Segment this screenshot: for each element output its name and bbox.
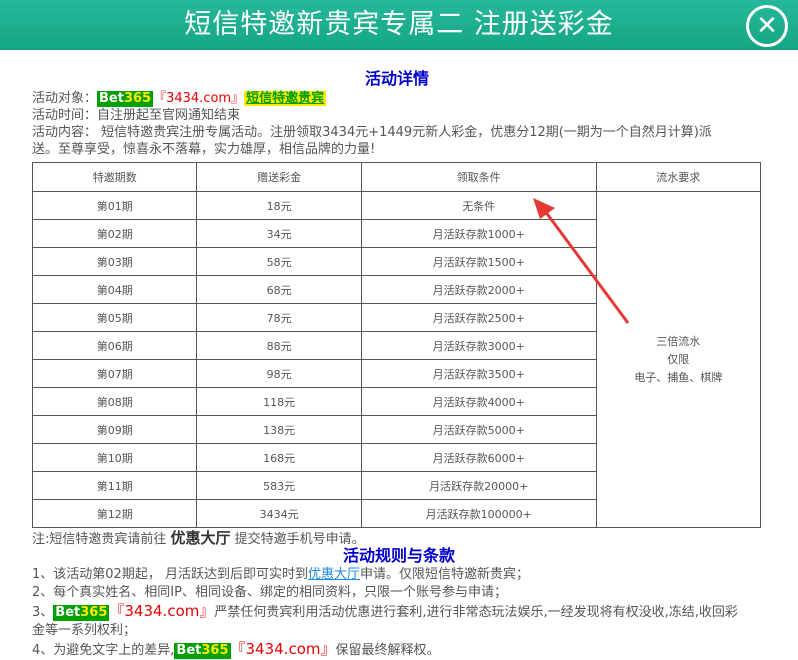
period-cell: 第09期 (31, 415, 198, 444)
period-cell: 第04期 (31, 275, 198, 304)
details-heading: 活动详情 (364, 69, 429, 88)
brand-logo: Bet365 (97, 91, 154, 107)
table-row: 第01期 18元 无条件三倍流水仅限电子、捕鱼、棋牌 (31, 191, 762, 528)
bonus-cell: 583元 (196, 471, 362, 500)
brand-logo: Bet365 (174, 643, 231, 659)
bonus-cell: 78元 (196, 303, 362, 332)
target-line: 活动对象： Bet365 『3434.com』 短信特邀贵宾 (32, 90, 762, 107)
period-cell: 第03期 (31, 247, 198, 276)
rule-3: 3、 Bet365 『3434.com』严禁任何贵宾利用活动优惠进行套利,进行非常态… (32, 602, 738, 621)
table-header-row: 特邀期数 赠送彩金 领取条件 流水要求 (31, 162, 762, 192)
rule-3-cont: 金等一系列权利； (32, 623, 137, 638)
rule-4: 4、为避免文字上的差异, Bet365 『3434.com』保留最终解释权。 (32, 640, 440, 659)
condition-cell: 月活跃存款5000+ (360, 415, 597, 444)
content-line-1: 活动内容： 短信特邀贵宾注册专属活动。注册领取3434元+1449元新人彩金，优… (32, 125, 712, 140)
condition-cell: 月活跃存款20000+ (360, 471, 597, 500)
vip-tag: 短信特邀贵宾 (244, 91, 327, 106)
bonus-cell: 58元 (196, 247, 362, 276)
site-text: 『3434.com』 (230, 640, 336, 658)
bonus-cell: 34元 (196, 219, 362, 248)
brand-logo: Bet365 (53, 605, 110, 621)
condition-cell: 月活跃存款2000+ (360, 275, 597, 304)
header-condition: 领取条件 (360, 162, 597, 192)
rules-list: 1、该活动第02期起， 月活跃达到后即可实时到优惠大厅申请。仅限短信特邀新贵宾；… (32, 566, 767, 660)
condition-cell: 月活跃存款2500+ (360, 303, 597, 332)
period-cell: 第01期 (31, 191, 198, 220)
time-line: 活动时间：自注册起至官网通知结束 (32, 108, 241, 123)
bonus-cell: 118元 (196, 387, 362, 416)
period-cell: 第12期 (31, 499, 198, 528)
activity-details: 活动详情 活动对象： Bet365 『3434.com』 短信特邀贵宾 活动时间：自注… (32, 68, 762, 158)
header-turnover: 流水要求 (595, 162, 762, 192)
site-text: 『3434.com』 (153, 91, 245, 106)
condition-cell: 月活跃存款4000+ (360, 387, 597, 416)
requirement-line: 电子、捕鱼、棋牌 (634, 370, 723, 384)
condition-cell: 月活跃存款3500+ (360, 359, 597, 388)
requirement-line: 仅限 (667, 352, 690, 366)
requirement-line: 三倍流水 (656, 334, 701, 348)
period-cell: 第08期 (31, 387, 198, 416)
period-cell: 第06期 (31, 331, 198, 360)
bonus-table: 特邀期数 赠送彩金 领取条件 流水要求 第01期 18元 无条件三倍流水仅限电子、捕… (31, 162, 762, 528)
bonus-cell: 18元 (196, 191, 362, 220)
content-line-2: 送。至尊享受，惊喜永不落幕，实力雄厚，相信品牌的力量! (32, 142, 376, 157)
bonus-cell: 88元 (196, 331, 362, 360)
site-text: 『3434.com』 (109, 602, 215, 620)
turnover-requirement-cell: 三倍流水仅限电子、捕鱼、棋牌 (595, 191, 762, 528)
period-cell: 第05期 (31, 303, 198, 332)
period-cell: 第11期 (31, 471, 198, 500)
bonus-cell: 3434元 (196, 499, 362, 528)
dialog-title: 短信特邀新贵宾专属二 注册送彩金 (184, 9, 614, 40)
period-cell: 第02期 (31, 219, 198, 248)
condition-cell: 月活跃存款100000+ (360, 499, 597, 528)
header-period: 特邀期数 (31, 162, 198, 192)
rules-heading: 活动规则与条款 (342, 546, 455, 565)
rule-2: 2、每个真实姓名、相同IP、相同设备、绑定的相同资料，只限一个账号参与申请； (32, 585, 507, 600)
header-bonus: 赠送彩金 (196, 162, 362, 192)
condition-cell: 无条件 (360, 191, 597, 220)
condition-cell: 月活跃存款3000+ (360, 331, 597, 360)
close-icon[interactable]: ✕ (746, 5, 788, 47)
bonus-cell: 138元 (196, 415, 362, 444)
promo-hall-link[interactable]: 优惠大厅 (308, 567, 360, 582)
target-label: 活动对象： (32, 91, 98, 106)
bonus-cell: 98元 (196, 359, 362, 388)
condition-cell: 月活跃存款1500+ (360, 247, 597, 276)
bonus-cell: 68元 (196, 275, 362, 304)
period-cell: 第10期 (31, 443, 198, 472)
period-cell: 第07期 (31, 359, 198, 388)
condition-cell: 月活跃存款1000+ (360, 219, 597, 248)
bonus-cell: 168元 (196, 443, 362, 472)
condition-cell: 月活跃存款6000+ (360, 443, 597, 472)
rule-1: 1、该活动第02期起， 月活跃达到后即可实时到优惠大厅申请。仅限短信特邀新贵宾； (32, 567, 529, 582)
